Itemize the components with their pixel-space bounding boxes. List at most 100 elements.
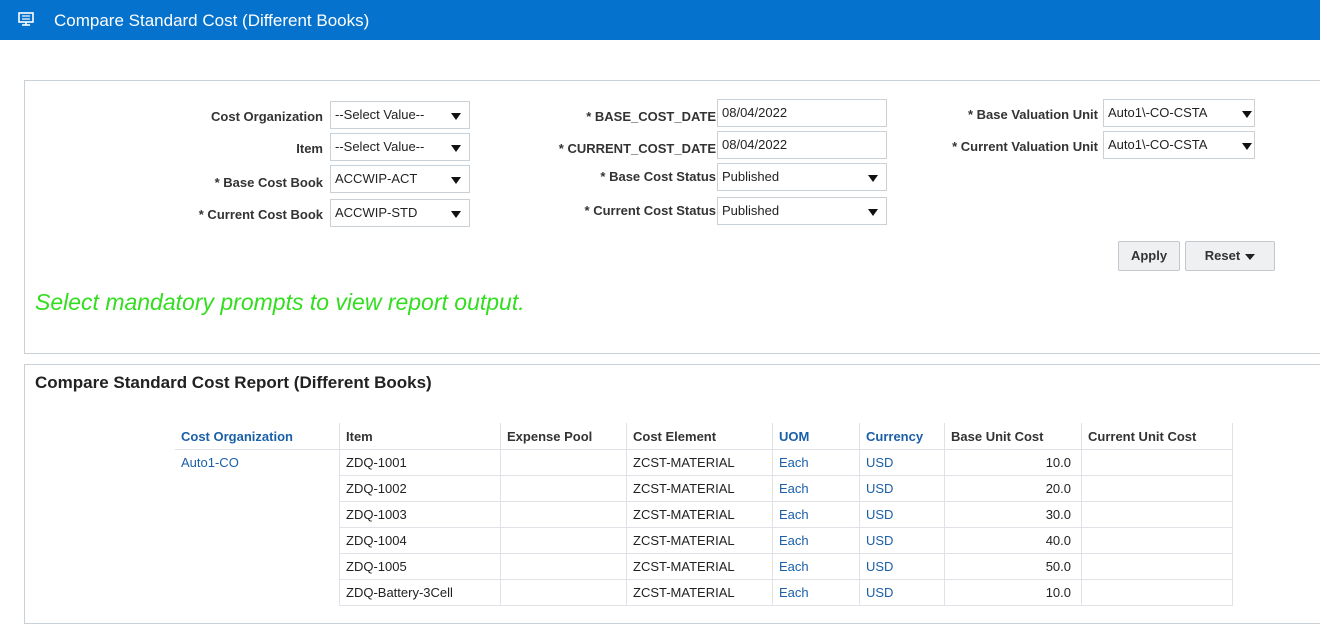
cost-element-cell: ZCST-MATERIAL [626, 527, 773, 554]
base-cost-status-select[interactable]: Published [717, 163, 887, 191]
item-cell: ZDQ-1001 [339, 449, 501, 476]
base-cost-book-label: * Base Cost Book [214, 175, 323, 190]
current-cost-status-value: Published [722, 203, 780, 218]
caret-down-icon [1245, 253, 1256, 260]
cost-element-cell: ZCST-MATERIAL [626, 501, 773, 528]
current-cost-date-label: * CURRENT_COST_DATE [558, 141, 716, 156]
currency-cell[interactable]: USD [859, 553, 945, 580]
chevron-down-icon[interactable] [451, 145, 461, 152]
apply-label: Apply [1130, 248, 1168, 263]
chevron-down-icon[interactable] [451, 211, 461, 218]
table-header-row: Cost Organization Item Expense Pool Cost… [175, 423, 1233, 450]
item-cell: ZDQ-1003 [339, 501, 501, 528]
report-title: Compare Standard Cost Report (Different … [35, 373, 432, 392]
base-unit-cost-cell: 30.0 [944, 501, 1082, 528]
base-valuation-unit-value: Auto1\-CO-CSTA [1108, 105, 1208, 120]
current-cost-date-input[interactable]: 08/04/2022 [717, 131, 887, 159]
chevron-down-icon[interactable] [1242, 143, 1252, 150]
chevron-down-icon[interactable] [451, 113, 461, 120]
base-unit-cost-cell: 20.0 [944, 475, 1082, 502]
page-title: Compare Standard Cost (Different Books) [54, 11, 370, 30]
item-cell: ZDQ-1005 [339, 553, 501, 580]
base-valuation-unit-select[interactable]: Auto1\-CO-CSTA [1103, 99, 1255, 127]
base-cost-date-input[interactable]: 08/04/2022 [717, 99, 887, 127]
current-valuation-unit-value: Auto1\-CO-CSTA [1108, 137, 1208, 152]
currency-cell[interactable]: USD [859, 449, 945, 476]
current-cost-status-select[interactable]: Published [717, 197, 887, 225]
item-cell: ZDQ-Battery-3Cell [339, 579, 501, 606]
apply-button[interactable]: Apply [1118, 241, 1180, 271]
currency-cell[interactable]: USD [859, 527, 945, 554]
table-row: Auto1-CO ZDQ-1001 ZCST-MATERIAL Each USD… [175, 449, 1233, 606]
base-cost-book-select[interactable]: ACCWIP-ACT [330, 165, 470, 193]
base-cost-date-value: 08/04/2022 [722, 105, 788, 120]
current-unit-cost-cell [1081, 475, 1233, 502]
chevron-down-icon[interactable] [451, 177, 461, 184]
uom-cell[interactable]: Each [772, 553, 860, 580]
column-header-uom[interactable]: UOM [772, 423, 860, 450]
currency-cell[interactable]: USD [859, 475, 945, 502]
cost-organization-select[interactable]: --Select Value-- [330, 101, 470, 129]
base-cost-status-label: * Base Cost Status [600, 169, 716, 184]
expense-pool-cell [500, 501, 627, 528]
item-cell: ZDQ-1002 [339, 475, 501, 502]
column-header-expense-pool: Expense Pool [500, 423, 627, 450]
current-unit-cost-cell [1081, 527, 1233, 554]
column-header-item: Item [339, 423, 501, 450]
uom-cell[interactable]: Each [772, 501, 860, 528]
current-cost-date-value: 08/04/2022 [722, 137, 788, 152]
prompts-panel: Cost Organization --Select Value-- Item … [24, 80, 1320, 354]
base-cost-status-value: Published [722, 169, 780, 184]
expense-pool-cell [500, 527, 627, 554]
column-header-cost-element: Cost Element [626, 423, 773, 450]
expense-pool-cell [500, 449, 627, 476]
chevron-down-icon[interactable] [868, 209, 878, 216]
cost-organization-value: --Select Value-- [335, 107, 425, 122]
uom-cell[interactable]: Each [772, 475, 860, 502]
report-table: Cost Organization Item Expense Pool Cost… [175, 423, 1233, 606]
currency-cell[interactable]: USD [859, 501, 945, 528]
item-cell: ZDQ-1004 [339, 527, 501, 554]
base-unit-cost-cell: 10.0 [944, 579, 1082, 606]
column-header-cost-organization[interactable]: Cost Organization [175, 423, 340, 450]
base-cost-book-value: ACCWIP-ACT [335, 171, 418, 186]
page-header: Compare Standard Cost (Different Books) [0, 0, 1320, 40]
chevron-down-icon[interactable] [868, 175, 878, 182]
chevron-down-icon[interactable] [1242, 111, 1252, 118]
monitor-icon [18, 12, 34, 26]
base-cost-date-label: * BASE_COST_DATE [586, 109, 716, 124]
uom-cell[interactable]: Each [772, 527, 860, 554]
current-valuation-unit-select[interactable]: Auto1\-CO-CSTA [1103, 131, 1255, 159]
expense-pool-cell [500, 579, 627, 606]
column-header-base-unit-cost: Base Unit Cost [944, 423, 1082, 450]
column-header-currency[interactable]: Currency [859, 423, 945, 450]
reset-button[interactable]: Reset [1185, 241, 1275, 271]
cost-element-cell: ZCST-MATERIAL [626, 475, 773, 502]
current-cost-status-label: * Current Cost Status [584, 203, 716, 218]
cost-element-cell: ZCST-MATERIAL [626, 579, 773, 606]
reset-label: Reset [1204, 248, 1241, 263]
expense-pool-cell [500, 553, 627, 580]
current-cost-book-value: ACCWIP-STD [335, 205, 418, 220]
cost-organization-cell[interactable]: Auto1-CO [175, 449, 340, 606]
cost-element-cell: ZCST-MATERIAL [626, 449, 773, 476]
base-unit-cost-cell: 10.0 [944, 449, 1082, 476]
base-unit-cost-cell: 50.0 [944, 553, 1082, 580]
uom-cell[interactable]: Each [772, 579, 860, 606]
item-select[interactable]: --Select Value-- [330, 133, 470, 161]
column-header-current-unit-cost: Current Unit Cost [1081, 423, 1233, 450]
expense-pool-cell [500, 475, 627, 502]
base-unit-cost-cell: 40.0 [944, 527, 1082, 554]
current-cost-book-label: * Current Cost Book [198, 207, 323, 222]
currency-cell[interactable]: USD [859, 579, 945, 606]
current-unit-cost-cell [1081, 553, 1233, 580]
cost-element-cell: ZCST-MATERIAL [626, 553, 773, 580]
cost-organization-label: Cost Organization [211, 109, 323, 124]
report-panel: Compare Standard Cost Report (Different … [24, 364, 1320, 624]
current-valuation-unit-label: * Current Valuation Unit [952, 139, 1098, 154]
base-valuation-unit-label: * Base Valuation Unit [967, 107, 1098, 122]
current-cost-book-select[interactable]: ACCWIP-STD [330, 199, 470, 227]
item-label: Item [296, 141, 323, 156]
uom-cell[interactable]: Each [772, 449, 860, 476]
current-unit-cost-cell [1081, 449, 1233, 476]
